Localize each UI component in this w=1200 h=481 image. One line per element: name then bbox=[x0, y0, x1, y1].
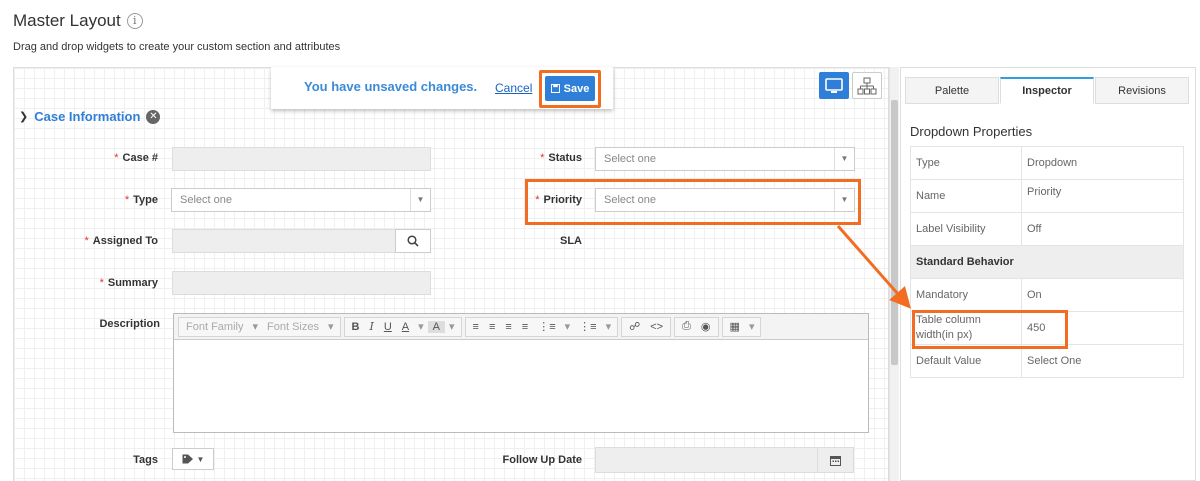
annotation-arrow bbox=[836, 225, 911, 309]
